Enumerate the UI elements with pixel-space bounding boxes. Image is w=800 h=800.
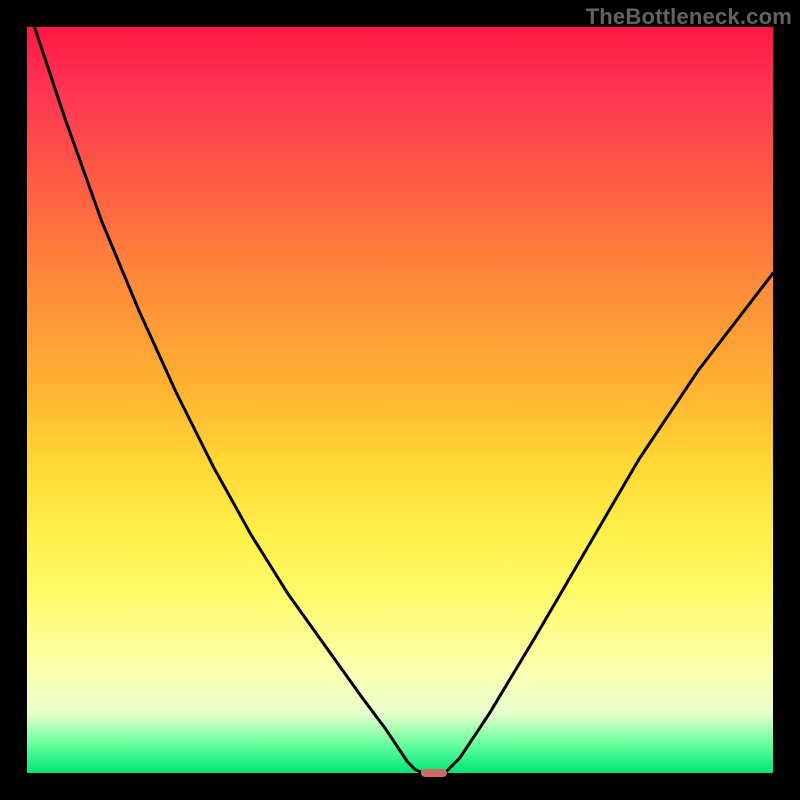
bottleneck-curve — [27, 27, 773, 773]
curve-left-branch — [35, 27, 423, 773]
curve-right-branch — [445, 273, 773, 773]
optimal-marker — [421, 769, 447, 778]
